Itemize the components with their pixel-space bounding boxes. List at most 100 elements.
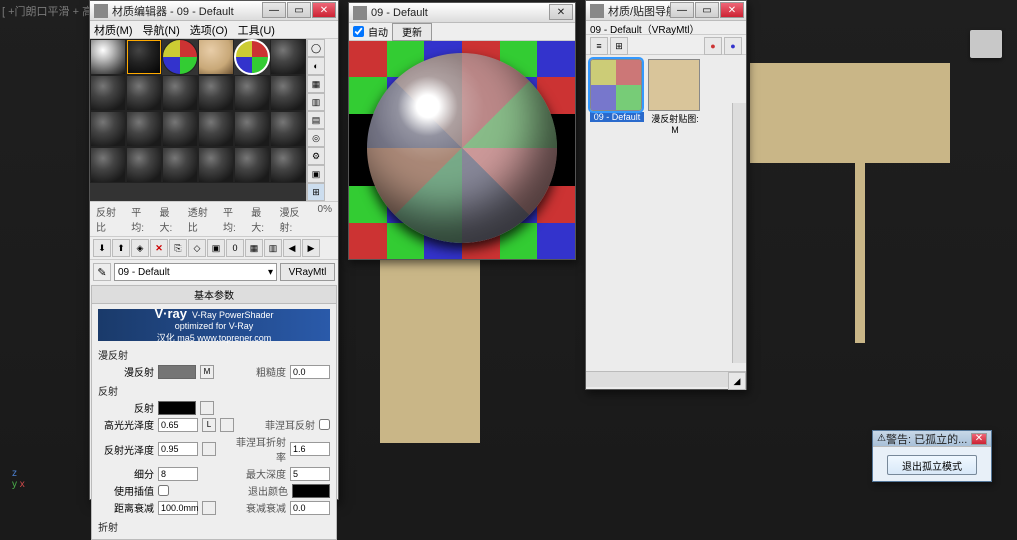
glossy-map-button[interactable] xyxy=(202,442,216,456)
preview-icon[interactable]: ◎ xyxy=(307,129,325,147)
put-to-scene-icon[interactable]: ⬆ xyxy=(112,239,130,257)
menu-options[interactable]: 选项(O) xyxy=(190,22,228,38)
exitcolor-swatch[interactable] xyxy=(292,484,330,498)
nav-thumb[interactable] xyxy=(648,59,700,111)
sample-slot[interactable] xyxy=(90,75,126,111)
sample-slot-selected[interactable] xyxy=(234,39,270,75)
subdiv-spinner[interactable]: 8 xyxy=(158,467,198,481)
hilight-spinner[interactable]: 0.65 xyxy=(158,418,198,432)
update-button[interactable]: 更新 xyxy=(392,23,432,41)
sample-slot[interactable] xyxy=(126,111,162,147)
sample-slot[interactable] xyxy=(198,111,234,147)
roughness-spinner[interactable]: 0.0 xyxy=(290,365,330,379)
viewport-label[interactable]: [ +门朗口平滑 + 高 xyxy=(2,3,93,19)
close-button[interactable]: ✕ xyxy=(971,433,987,445)
sample-slot[interactable] xyxy=(270,39,306,75)
close-button[interactable]: ✕ xyxy=(549,4,573,20)
show-map-icon[interactable]: ▦ xyxy=(245,239,263,257)
fresnel-ior-spinner[interactable]: 1.6 xyxy=(290,442,330,456)
menu-nav[interactable]: 导航(N) xyxy=(143,22,180,38)
rollout-header[interactable]: 基本参数 xyxy=(92,286,336,304)
sample-slot[interactable] xyxy=(162,111,198,147)
sample-slot[interactable] xyxy=(126,39,162,75)
sample-slot[interactable] xyxy=(126,75,162,111)
maxdepth-spinner[interactable]: 5 xyxy=(290,467,330,481)
reflect-map-button[interactable] xyxy=(200,401,214,415)
exit-isolation-button[interactable]: 退出孤立模式 xyxy=(887,455,977,475)
sample-slot[interactable] xyxy=(270,111,306,147)
sample-slot[interactable] xyxy=(198,147,234,183)
scrollbar[interactable] xyxy=(732,103,746,363)
preview-render[interactable] xyxy=(349,41,575,259)
material-map-nav-icon[interactable]: ⊞ xyxy=(307,183,325,201)
dimfall-spinner[interactable]: 0.0 xyxy=(290,501,330,515)
maximize-button[interactable]: ▭ xyxy=(287,2,311,18)
get-material-icon[interactable]: ⬇ xyxy=(93,239,111,257)
viewcube[interactable] xyxy=(970,30,1002,58)
sample-type-icon[interactable]: ◯ xyxy=(307,39,325,57)
titlebar[interactable]: 材质/贴图导航... — ▭ ✕ xyxy=(586,1,746,21)
resize-grip-icon[interactable]: ◢ xyxy=(728,372,746,390)
sample-slot[interactable] xyxy=(162,75,198,111)
sample-slot[interactable] xyxy=(90,39,126,75)
hilight-lock-button[interactable]: L xyxy=(202,418,216,432)
titlebar[interactable]: ⚠ 警告: 已孤立的... ✕ xyxy=(873,431,991,447)
glossy-spinner[interactable]: 0.95 xyxy=(158,442,198,456)
pick-icon[interactable]: ✎ xyxy=(93,263,111,281)
material-name-select[interactable]: 09 - Default▾ xyxy=(114,263,277,281)
dimdist-spinner[interactable]: 100.0mm xyxy=(158,501,198,515)
view-list-icon[interactable]: ≡ xyxy=(590,37,608,55)
hilight-map-button[interactable] xyxy=(220,418,234,432)
diffuse-map-button[interactable]: M xyxy=(200,365,214,379)
sample-slot[interactable] xyxy=(198,39,234,75)
reflect-swatch[interactable] xyxy=(158,401,196,415)
sample-slot[interactable] xyxy=(198,75,234,111)
select-by-material-icon[interactable]: ▣ xyxy=(307,165,325,183)
menu-modes[interactable]: 材质(M) xyxy=(94,22,133,38)
close-button[interactable]: ✕ xyxy=(720,2,744,18)
options-icon[interactable]: ⚙ xyxy=(307,147,325,165)
material-type-button[interactable]: VRayMtl xyxy=(280,263,335,281)
auto-checkbox[interactable] xyxy=(353,26,364,37)
useinterp-checkbox[interactable] xyxy=(158,485,169,496)
sample-slot[interactable] xyxy=(162,39,198,75)
close-button[interactable]: ✕ xyxy=(312,2,336,18)
sample-slot[interactable] xyxy=(90,111,126,147)
sample-slot[interactable] xyxy=(126,147,162,183)
titlebar[interactable]: 材质编辑器 - 09 - Default — ▭ ✕ xyxy=(90,1,338,21)
nav-thumb-label[interactable]: 漫反射贴图: M xyxy=(648,112,702,135)
sample-slot[interactable] xyxy=(270,75,306,111)
dimdist-map-button[interactable] xyxy=(202,501,216,515)
show-end-icon[interactable]: ▥ xyxy=(264,239,282,257)
backlight-icon[interactable]: ◐ xyxy=(307,57,325,75)
make-unique-icon[interactable]: ◇ xyxy=(188,239,206,257)
go-parent-icon[interactable]: ◀ xyxy=(283,239,301,257)
assign-icon[interactable]: ◈ xyxy=(131,239,149,257)
delete-icon[interactable]: ✕ xyxy=(150,239,168,257)
background-icon[interactable]: ▦ xyxy=(307,75,325,93)
go-forward-icon[interactable]: ▶ xyxy=(302,239,320,257)
view-icons-icon[interactable]: ⊞ xyxy=(610,37,628,55)
menu-utils[interactable]: 工具(U) xyxy=(238,22,275,38)
sample-slot[interactable] xyxy=(270,147,306,183)
red-sphere-icon[interactable]: ● xyxy=(704,37,722,55)
put-to-library-icon[interactable]: ▣ xyxy=(207,239,225,257)
fresnel-checkbox[interactable] xyxy=(319,419,330,430)
material-id-icon[interactable]: 0 xyxy=(226,239,244,257)
blue-sphere-icon[interactable]: ● xyxy=(724,37,742,55)
nav-body[interactable]: 09 - Default 漫反射贴图: M xyxy=(586,55,746,371)
minimize-button[interactable]: — xyxy=(262,2,286,18)
diffuse-swatch[interactable] xyxy=(158,365,196,379)
video-check-icon[interactable]: ▤ xyxy=(307,111,325,129)
sample-slot[interactable] xyxy=(234,111,270,147)
minimize-button[interactable]: — xyxy=(670,2,694,18)
sample-slot[interactable] xyxy=(90,147,126,183)
sample-slot[interactable] xyxy=(234,75,270,111)
nav-thumb[interactable] xyxy=(590,59,642,111)
make-copy-icon[interactable]: ⎘ xyxy=(169,239,187,257)
titlebar[interactable]: 09 - Default ✕ xyxy=(349,3,575,23)
sample-slot[interactable] xyxy=(162,147,198,183)
nav-thumb-label[interactable]: 09 - Default xyxy=(590,112,644,122)
uv-tiling-icon[interactable]: ▥ xyxy=(307,93,325,111)
sample-slot[interactable] xyxy=(234,147,270,183)
